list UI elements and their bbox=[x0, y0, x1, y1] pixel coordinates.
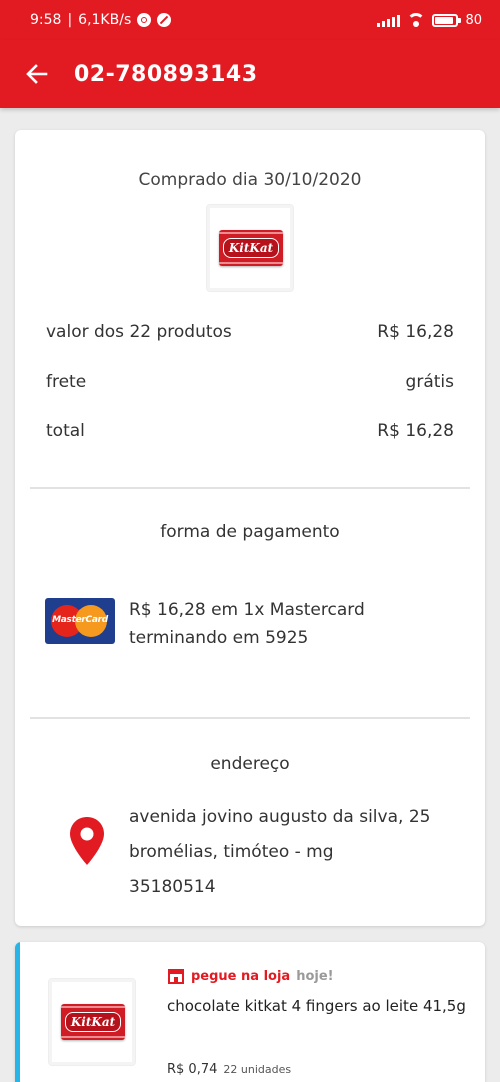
order-item-card[interactable]: KitKat pegue na loja hoje! chocolate kit… bbox=[15, 942, 485, 1082]
address-line-2: bromélias, timóteo - mg bbox=[129, 842, 334, 862]
product-thumbnail: KitKat bbox=[206, 204, 294, 292]
address-details: avenida jovino augusto da silva, 25 brom… bbox=[129, 800, 430, 905]
back-button[interactable] bbox=[22, 59, 52, 89]
blocked-icon bbox=[157, 13, 172, 27]
app-bar: 02-780893143 bbox=[0, 40, 500, 108]
status-right: 80 bbox=[377, 13, 482, 28]
divider bbox=[30, 487, 470, 489]
wifi-icon bbox=[407, 13, 426, 27]
summary-label: frete bbox=[46, 372, 87, 392]
pickup-badge: pegue na loja hoje! bbox=[167, 968, 334, 984]
battery-level: 80 bbox=[465, 12, 482, 28]
payment-title: forma de pagamento bbox=[160, 522, 340, 542]
address-line-3: 35180514 bbox=[129, 877, 216, 897]
item-price: R$ 0,74 bbox=[167, 1062, 218, 1077]
divider bbox=[30, 717, 470, 719]
location-pin-icon bbox=[70, 817, 104, 865]
item-name: chocolate kitkat 4 fingers ao leite 41,5… bbox=[167, 997, 466, 1015]
address-line-1: avenida jovino augusto da silva, 25 bbox=[129, 807, 431, 827]
item-quantity: 22 unidades bbox=[223, 1063, 292, 1076]
kitkat-image: KitKat bbox=[61, 1004, 125, 1040]
summary-row-products: valor dos 22 produtos R$ 16,28 bbox=[46, 322, 454, 342]
battery-icon bbox=[432, 13, 462, 27]
summary-label: total bbox=[46, 421, 85, 441]
status-bar: 9:58 | 6,1KB/s 80 bbox=[0, 0, 500, 40]
signal-icon bbox=[377, 14, 401, 27]
pickup-label: pegue na loja bbox=[191, 968, 291, 984]
page-title: 02-780893143 bbox=[74, 61, 258, 87]
item-accent-bar bbox=[15, 942, 20, 1082]
purchase-date: Comprado dia 30/10/2020 bbox=[138, 170, 362, 190]
mastercard-icon: MasterCard bbox=[45, 598, 115, 644]
summary-value: grátis bbox=[405, 372, 454, 392]
payment-line-1: R$ 16,28 em 1x Mastercard bbox=[129, 600, 365, 620]
status-time: 9:58 bbox=[30, 12, 62, 28]
item-price-row: R$ 0,74 22 unidades bbox=[167, 1062, 291, 1077]
summary-value: R$ 16,28 bbox=[377, 322, 454, 342]
item-thumbnail: KitKat bbox=[48, 978, 136, 1066]
payment-line-2: terminando em 5925 bbox=[129, 628, 309, 648]
summary-value: R$ 16,28 bbox=[377, 421, 454, 441]
summary-label: valor dos 22 produtos bbox=[46, 322, 232, 342]
summary-row-shipping: frete grátis bbox=[46, 372, 454, 392]
pickup-when: hoje! bbox=[296, 968, 334, 984]
address-title: endereço bbox=[210, 754, 290, 774]
payment-details: R$ 16,28 em 1x Mastercard terminando em … bbox=[129, 596, 365, 652]
status-left: 9:58 | 6,1KB/s bbox=[30, 12, 172, 28]
whatsapp-icon bbox=[137, 13, 152, 27]
order-summary-card: Comprado dia 30/10/2020 KitKat valor dos… bbox=[15, 130, 485, 926]
kitkat-image: KitKat bbox=[219, 230, 283, 266]
store-icon bbox=[168, 969, 184, 984]
arrow-left-icon bbox=[26, 64, 48, 84]
summary-row-total: total R$ 16,28 bbox=[46, 421, 454, 441]
status-separator: | bbox=[67, 12, 73, 28]
status-speed: 6,1KB/s bbox=[78, 12, 132, 28]
